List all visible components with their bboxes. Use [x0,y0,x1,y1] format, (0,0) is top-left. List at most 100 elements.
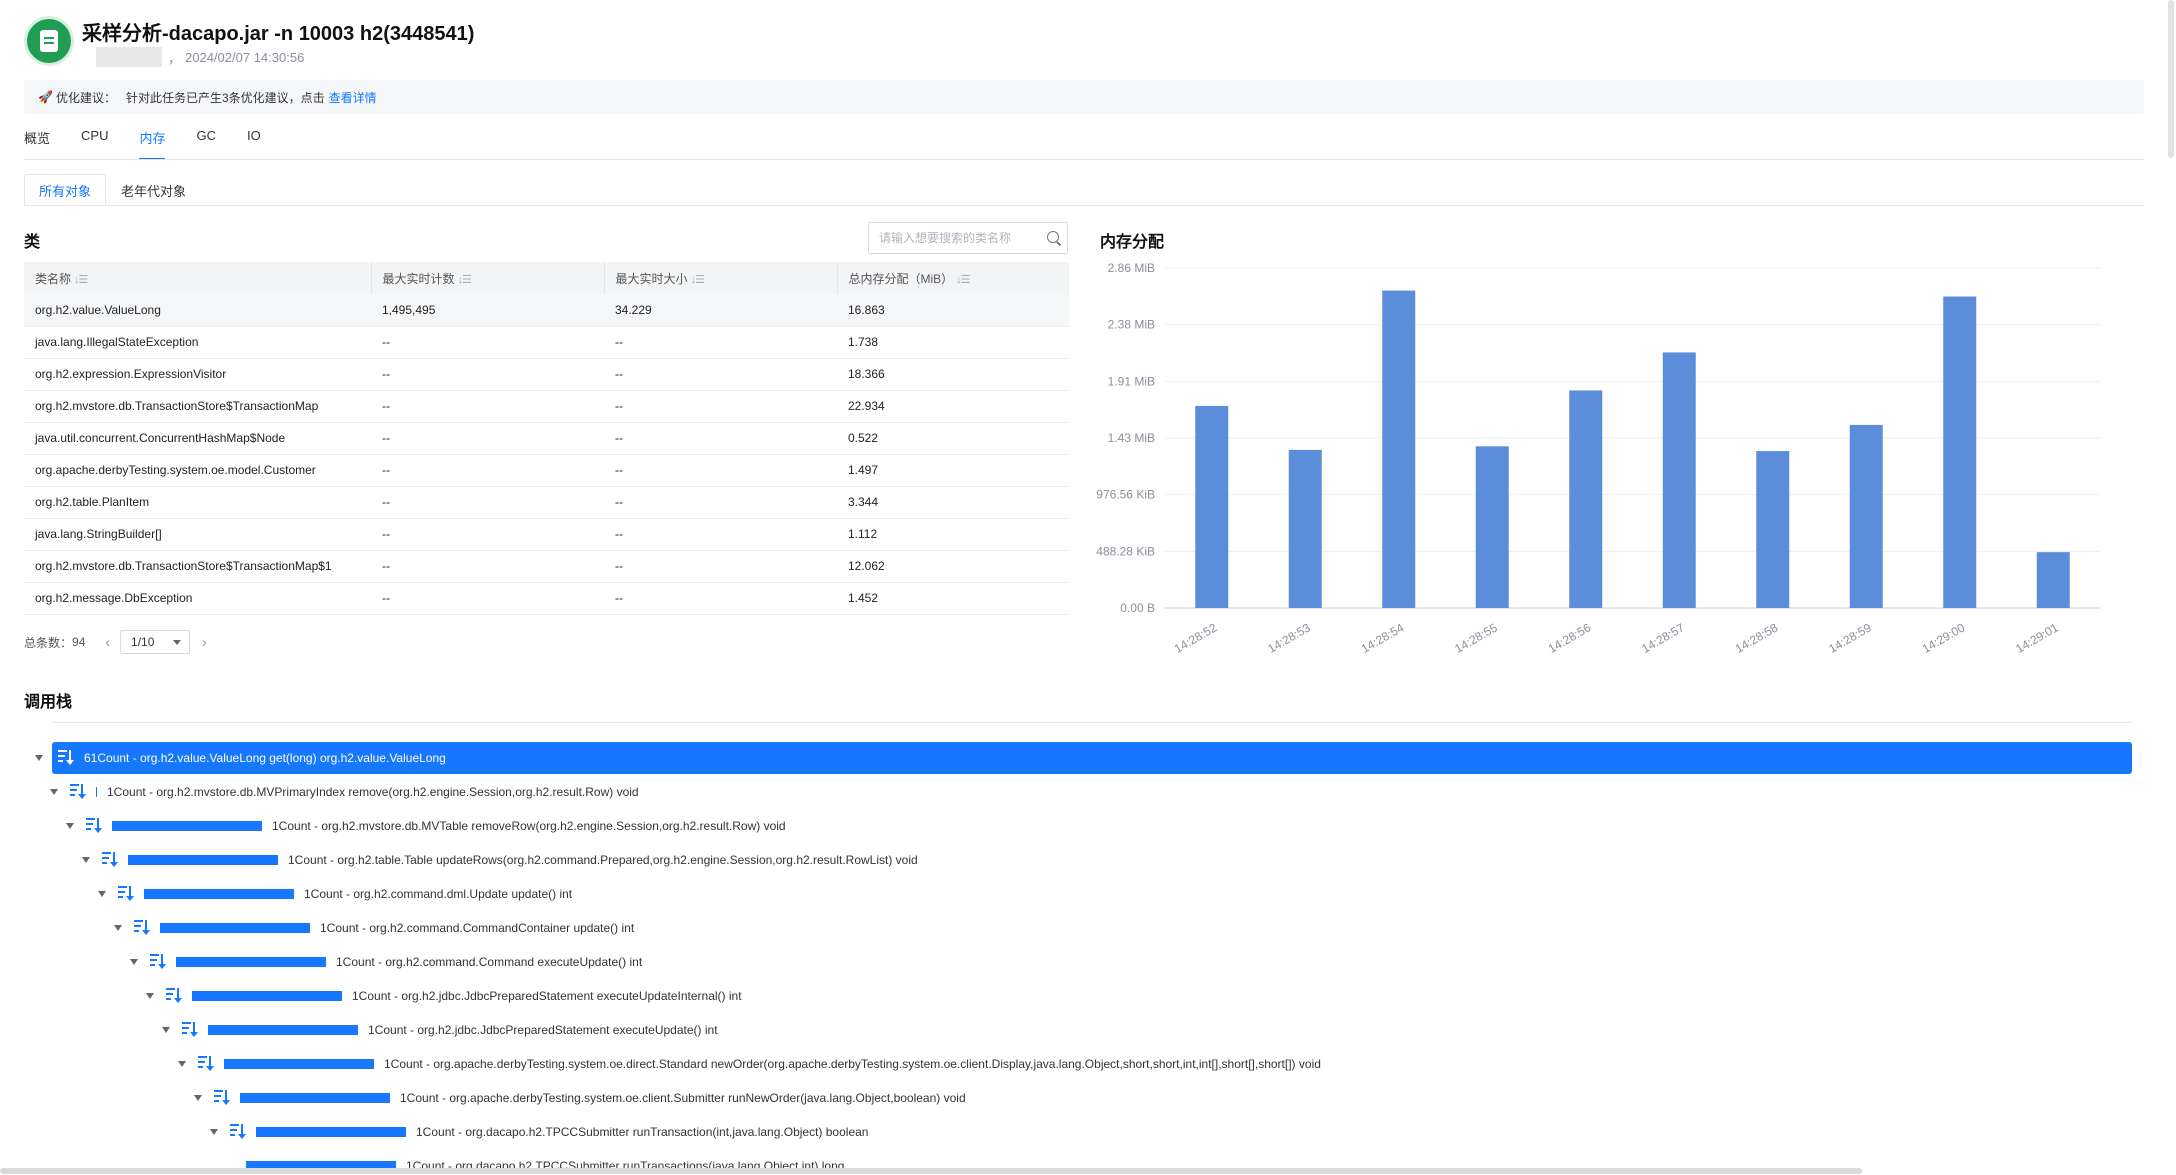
expand-toggle-icon[interactable] [194,1095,202,1101]
expand-toggle-icon[interactable] [146,993,154,999]
table-row[interactable]: org.apache.derbyTesting.system.oe.model.… [24,454,1069,487]
sample-bar [256,1127,406,1137]
stack-frame-label: 1Count - org.h2.jdbc.JdbcPreparedStateme… [352,989,742,1003]
bar-14:28:54[interactable] [1382,290,1416,608]
col-class-name[interactable]: 类名称 ↓☰ [24,262,372,294]
tab-overview[interactable]: 概览 [24,128,50,160]
bar-14:28:55[interactable] [1475,446,1509,608]
table-row[interactable]: java.lang.StringBuilder[] -- -- 1.112 [24,518,1069,551]
bar-14:28:56[interactable] [1569,390,1603,608]
sort-icon[interactable]: ↓☰ [74,274,88,286]
sort-icon[interactable] [102,852,120,868]
stack-row[interactable]: 1Count - org.dacapo.h2.TPCCSubmitter run… [210,1116,868,1148]
memory-section-title: 内存分配 [1100,234,1165,251]
expand-toggle-icon[interactable] [66,823,74,829]
table-row[interactable]: org.h2.expression.ExpressionVisitor -- -- 1… [24,358,1069,391]
tab-gc[interactable]: GC [196,128,216,160]
stack-row[interactable]: 1Count - org.apache.derbyTesting.system.… [194,1082,966,1114]
table-row[interactable]: org.h2.mvstore.db.TransactionStore$Trans… [24,550,1069,583]
col-max-live-count[interactable]: 最大实时计数 ↓☰ [371,262,605,294]
table-row[interactable]: org.h2.mvstore.db.TransactionStore$Trans… [24,390,1069,423]
page-select[interactable]: 1/10 [120,630,191,654]
cell-size: -- [604,390,837,423]
stack-section-title: 调用栈 [24,694,73,711]
vertical-scrollbar[interactable] [2168,0,2174,158]
tab-cpu[interactable]: CPU [81,128,108,160]
sort-icon[interactable] [134,920,152,936]
view-details-link[interactable]: 查看详情 [329,89,377,106]
sort-icon[interactable] [150,954,168,970]
sort-icon[interactable] [198,1056,216,1072]
cell-alloc: 1.738 [837,326,1069,359]
x-tick-label: 14:28:56 [1546,620,1594,655]
stack-row-selected[interactable]: 61Count - org.h2.value.ValueLong get(lon… [35,742,2132,774]
cell-alloc: 1.112 [837,518,1069,551]
expand-toggle-icon[interactable] [162,1027,170,1033]
stack-row[interactable]: 1Count - org.h2.jdbc.JdbcPreparedStateme… [162,1014,718,1046]
bar-14:29:01[interactable] [2036,552,2070,608]
expand-toggle-icon[interactable] [178,1061,186,1067]
stack-row[interactable]: 1Count - org.apache.derbyTesting.system.… [178,1048,1321,1080]
bar-14:28:58[interactable] [1756,451,1790,608]
sample-bar [128,855,278,865]
stack-row[interactable]: 1Count - org.h2.jdbc.JdbcPreparedStateme… [146,980,742,1012]
tab-old-gen-objects[interactable]: 老年代对象 [106,174,201,206]
tab-all-objects[interactable]: 所有对象 [24,174,107,206]
sub-tabs-divider [24,205,2144,206]
sort-icon[interactable] [70,784,88,800]
table-row[interactable]: org.h2.message.DbException -- -- 1.452 [24,582,1069,615]
next-page-icon[interactable]: › [202,634,207,650]
col-total-allocation[interactable]: 总内存分配（MiB） ↓☰ [837,262,1069,294]
expand-toggle-icon[interactable] [210,1129,218,1135]
expand-toggle-icon[interactable] [50,789,58,795]
expand-toggle-icon[interactable] [98,891,106,897]
stack-row[interactable]: 1Count - org.h2.mvstore.db.MVTable remov… [66,810,786,842]
x-tick-label: 14:28:59 [1826,620,1874,655]
sort-icon[interactable] [58,750,76,766]
bar-14:29:00[interactable] [1943,296,1977,608]
tab-io[interactable]: IO [247,128,261,160]
prev-page-icon[interactable]: ‹ [105,634,110,650]
class-table: 类名称 ↓☰ 最大实时计数 ↓☰ 最大实时大小 ↓☰ 总内存分配（MiB） ↓☰ org… [24,262,1069,615]
stack-row[interactable]: 1Count - org.h2.command.Command executeU… [130,946,642,978]
sample-bar [176,957,326,967]
search-icon[interactable] [1039,224,1067,252]
table-row[interactable]: org.h2.table.PlanItem -- -- 3.344 [24,486,1069,519]
expand-toggle-icon[interactable] [82,857,90,863]
table-row[interactable]: java.lang.IllegalStateException -- -- 1.738 [24,326,1069,359]
sort-icon[interactable]: ↓☰ [956,274,970,286]
sort-icon[interactable] [118,886,136,902]
sort-icon[interactable] [182,1022,200,1038]
stack-row[interactable]: 1Count - org.h2.table.Table updateRows(o… [82,844,918,876]
cell-alloc: 16.863 [837,294,1069,327]
sort-icon[interactable]: ↓☰ [458,274,472,286]
bar-14:28:59[interactable] [1849,424,1883,608]
sort-icon[interactable] [230,1124,248,1140]
sort-icon[interactable] [214,1090,232,1106]
sort-icon[interactable] [166,988,184,1004]
tab-memory[interactable]: 内存 [139,128,166,160]
col-max-live-size[interactable]: 最大实时大小 ↓☰ [604,262,838,294]
total-label: 总条数： [24,635,73,650]
sort-icon[interactable] [86,818,104,834]
cell-count: -- [371,390,604,423]
bar-14:28:57[interactable] [1662,352,1696,608]
stack-row[interactable]: 1Count - org.h2.command.CommandContainer… [114,912,634,944]
class-search-input[interactable] [869,224,1039,252]
x-tick-label: 14:28:55 [1452,620,1500,655]
expand-toggle-icon[interactable] [130,959,138,965]
table-row[interactable]: org.h2.value.ValueLong 1,495,495 34.229 16.… [24,294,1069,327]
stack-row[interactable]: 1Count - org.h2.command.dml.Update updat… [98,878,572,910]
expand-toggle-icon[interactable] [35,755,43,761]
user-suffix: ， [168,50,182,66]
stack-row[interactable]: 1Count - org.h2.mvstore.db.MVPrimaryInde… [50,776,639,808]
bar-14:28:53[interactable] [1288,449,1322,608]
expand-toggle-icon[interactable] [114,925,122,931]
sample-bar [144,889,294,899]
table-row[interactable]: java.util.concurrent.ConcurrentHashMap$N… [24,422,1069,455]
stack-frame-label: 1Count - org.apache.derbyTesting.system.… [384,1057,1321,1071]
sub-tabs: 所有对象 老年代对象 [24,174,201,206]
sort-icon[interactable]: ↓☰ [691,274,705,286]
horizontal-scrollbar[interactable] [0,1168,1862,1174]
bar-14:28:52[interactable] [1195,405,1229,608]
